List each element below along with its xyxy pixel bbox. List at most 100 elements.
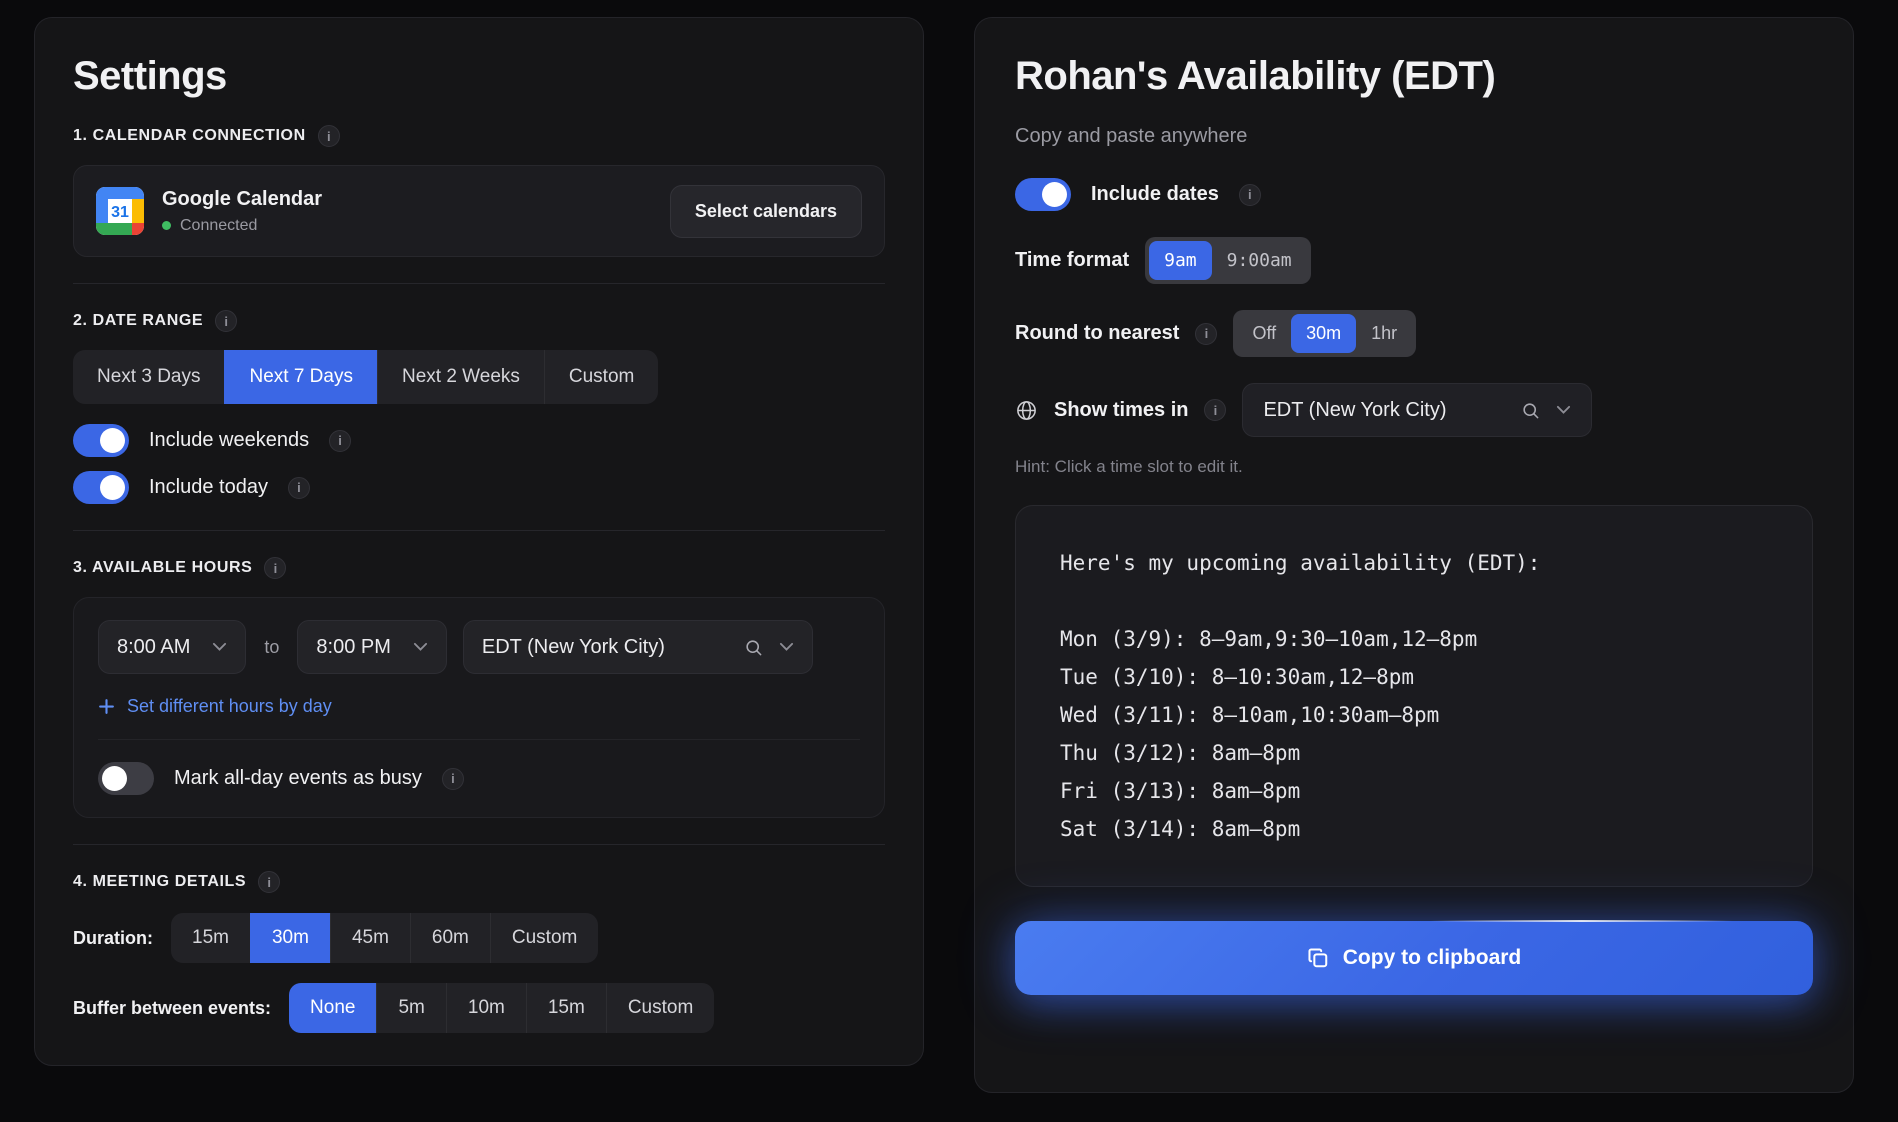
copy-icon	[1307, 947, 1329, 969]
info-icon[interactable]: i	[1204, 399, 1226, 421]
preview-line-wed[interactable]: Wed (3/11): 8–10am,10:30am–8pm	[1060, 696, 1768, 734]
duration-option-45m[interactable]: 45m	[330, 913, 410, 963]
availability-preview[interactable]: Here's my upcoming availability (EDT): M…	[1015, 505, 1813, 887]
info-icon[interactable]: i	[288, 477, 310, 499]
set-different-hours-link[interactable]: Set different hours by day	[98, 696, 860, 717]
duration-option-30m[interactable]: 30m	[250, 913, 330, 963]
select-calendars-button[interactable]: Select calendars	[670, 185, 862, 238]
show-times-timezone-select[interactable]: EDT (New York City)	[1242, 383, 1592, 437]
search-icon	[744, 638, 763, 657]
calendar-connection-heading: 1. CALENDAR CONNECTION	[73, 127, 306, 145]
set-different-hours-label: Set different hours by day	[127, 696, 332, 717]
chevron-down-icon	[212, 642, 227, 652]
end-time-value: 8:00 PM	[316, 636, 390, 659]
date-range-header: 2. DATE RANGE i	[73, 310, 885, 332]
copy-to-clipboard-button[interactable]: Copy to clipboard	[1015, 921, 1813, 995]
preview-line-sat[interactable]: Sat (3/14): 8am–8pm	[1060, 810, 1768, 848]
round-option-1hr[interactable]: 1hr	[1356, 314, 1412, 353]
divider	[73, 283, 885, 284]
hours-timezone-select[interactable]: EDT (New York City)	[463, 620, 813, 674]
round-option-30m[interactable]: 30m	[1291, 314, 1356, 353]
duration-option-60m[interactable]: 60m	[410, 913, 490, 963]
include-today-toggle[interactable]	[73, 471, 129, 504]
preview-line-tue[interactable]: Tue (3/10): 8–10:30am,12–8pm	[1060, 658, 1768, 696]
start-time-select[interactable]: 8:00 AM	[98, 620, 246, 674]
info-icon[interactable]: i	[442, 768, 464, 790]
availability-subtitle: Copy and paste anywhere	[1015, 125, 1813, 148]
info-icon[interactable]: i	[329, 430, 351, 452]
show-times-timezone-value: EDT (New York City)	[1263, 399, 1505, 422]
include-today-row: Include today i	[73, 471, 885, 504]
meeting-details-heading: 4. MEETING DETAILS	[73, 873, 246, 891]
time-format-option-900am[interactable]: 9:00am	[1212, 241, 1307, 280]
buffer-option-5m[interactable]: 5m	[376, 983, 445, 1033]
time-format-row: Time format 9am 9:00am	[1015, 237, 1813, 284]
settings-panel: Settings 1. CALENDAR CONNECTION i 31 Goo…	[34, 17, 924, 1066]
info-icon[interactable]: i	[215, 310, 237, 332]
buffer-row: Buffer between events: None 5m 10m 15m C…	[73, 983, 885, 1033]
divider	[73, 530, 885, 531]
all-day-busy-label: Mark all-day events as busy	[174, 767, 422, 790]
divider	[98, 739, 860, 740]
buffer-label: Buffer between events:	[73, 998, 271, 1019]
buffer-segmented: None 5m 10m 15m Custom	[289, 983, 714, 1033]
round-option-off[interactable]: Off	[1237, 314, 1291, 353]
chevron-down-icon	[1556, 405, 1571, 415]
connection-status-label: Connected	[180, 217, 257, 235]
available-hours-heading: 3. AVAILABLE HOURS	[73, 559, 252, 577]
date-range-option-custom[interactable]: Custom	[544, 350, 658, 404]
include-dates-toggle[interactable]	[1015, 178, 1071, 211]
calendar-day-number: 31	[111, 204, 129, 221]
buffer-option-15m[interactable]: 15m	[526, 983, 606, 1033]
preview-line-mon[interactable]: Mon (3/9): 8–9am,9:30–10am,12–8pm	[1060, 620, 1768, 658]
duration-option-custom[interactable]: Custom	[490, 913, 598, 963]
preview-line-fri[interactable]: Fri (3/13): 8am–8pm	[1060, 772, 1768, 810]
buffer-option-none[interactable]: None	[289, 983, 376, 1033]
hint-text: Hint: Click a time slot to edit it.	[1015, 457, 1813, 477]
round-to-nearest-label: Round to nearest	[1015, 322, 1179, 345]
include-dates-row: Include dates i	[1015, 178, 1813, 211]
time-format-label: Time format	[1015, 249, 1129, 272]
date-range-heading: 2. DATE RANGE	[73, 312, 203, 330]
info-icon[interactable]: i	[1195, 323, 1217, 345]
hours-timezone-value: EDT (New York City)	[482, 636, 728, 659]
time-format-option-9am[interactable]: 9am	[1149, 241, 1212, 280]
all-day-busy-toggle[interactable]	[98, 762, 154, 795]
search-icon	[1521, 401, 1540, 420]
info-icon[interactable]: i	[1239, 184, 1261, 206]
chevron-down-icon	[779, 642, 794, 652]
buffer-option-10m[interactable]: 10m	[446, 983, 526, 1033]
preview-heading-line: Here's my upcoming availability (EDT):	[1060, 544, 1768, 582]
date-range-option-next-2-weeks[interactable]: Next 2 Weeks	[377, 350, 544, 404]
date-range-option-next-3-days[interactable]: Next 3 Days	[73, 350, 224, 404]
duration-option-15m[interactable]: 15m	[171, 913, 250, 963]
duration-label: Duration:	[73, 928, 153, 949]
duration-segmented: 15m 30m 45m 60m Custom	[171, 913, 598, 963]
plus-icon	[98, 698, 115, 715]
provider-info: Google Calendar Connected	[162, 188, 322, 235]
connection-status: Connected	[162, 217, 322, 235]
available-hours-header: 3. AVAILABLE HOURS i	[73, 557, 885, 579]
preview-line-thu[interactable]: Thu (3/12): 8am–8pm	[1060, 734, 1768, 772]
provider-name: Google Calendar	[162, 188, 322, 211]
info-icon[interactable]: i	[318, 125, 340, 147]
info-icon[interactable]: i	[264, 557, 286, 579]
time-format-segmented: 9am 9:00am	[1145, 237, 1311, 284]
chevron-down-icon	[413, 642, 428, 652]
include-dates-label: Include dates	[1091, 183, 1219, 206]
show-times-label: Show times in	[1054, 399, 1188, 422]
duration-row: Duration: 15m 30m 45m 60m Custom	[73, 913, 885, 963]
to-label: to	[262, 637, 281, 658]
date-range-option-next-7-days[interactable]: Next 7 Days	[224, 350, 376, 404]
end-time-select[interactable]: 8:00 PM	[297, 620, 446, 674]
date-range-segmented: Next 3 Days Next 7 Days Next 2 Weeks Cus…	[73, 350, 658, 404]
buffer-option-custom[interactable]: Custom	[606, 983, 714, 1033]
google-calendar-icon: 31	[96, 187, 144, 235]
divider	[73, 844, 885, 845]
info-icon[interactable]: i	[258, 871, 280, 893]
show-times-row: Show times in i EDT (New York City)	[1015, 383, 1813, 437]
meeting-details-header: 4. MEETING DETAILS i	[73, 871, 885, 893]
calendar-connection-card: 31 Google Calendar Connected Select cale…	[73, 165, 885, 257]
include-weekends-toggle[interactable]	[73, 424, 129, 457]
include-weekends-label: Include weekends	[149, 429, 309, 452]
